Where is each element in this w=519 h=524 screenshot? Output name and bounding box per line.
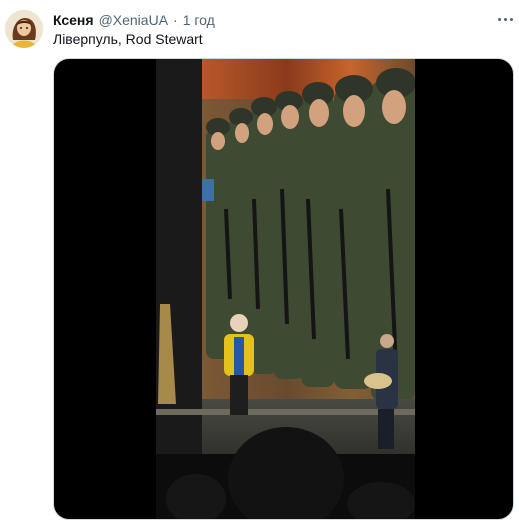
video-frame (156, 59, 415, 519)
tweet[interactable]: Ксеня @XeniaUA · 1 год Ліверпуль, Rod St… (0, 0, 519, 524)
timestamp[interactable]: 1 год (183, 12, 215, 28)
avatar[interactable] (5, 10, 43, 48)
more-options-button[interactable] (496, 10, 514, 28)
concert-video-thumbnail (156, 59, 415, 519)
tweet-header: Ксеня @XeniaUA · 1 год (53, 11, 215, 29)
separator-dot: · (173, 12, 178, 28)
more-horizontal-icon (497, 17, 501, 21)
user-handle[interactable]: @XeniaUA (99, 12, 168, 28)
video-player[interactable] (53, 58, 514, 520)
display-name[interactable]: Ксеня (53, 12, 94, 28)
more-dot (503, 17, 507, 21)
avatar-image (5, 10, 43, 48)
tweet-text: Ліверпуль, Rod Stewart (53, 31, 203, 47)
more-dot (509, 17, 513, 21)
